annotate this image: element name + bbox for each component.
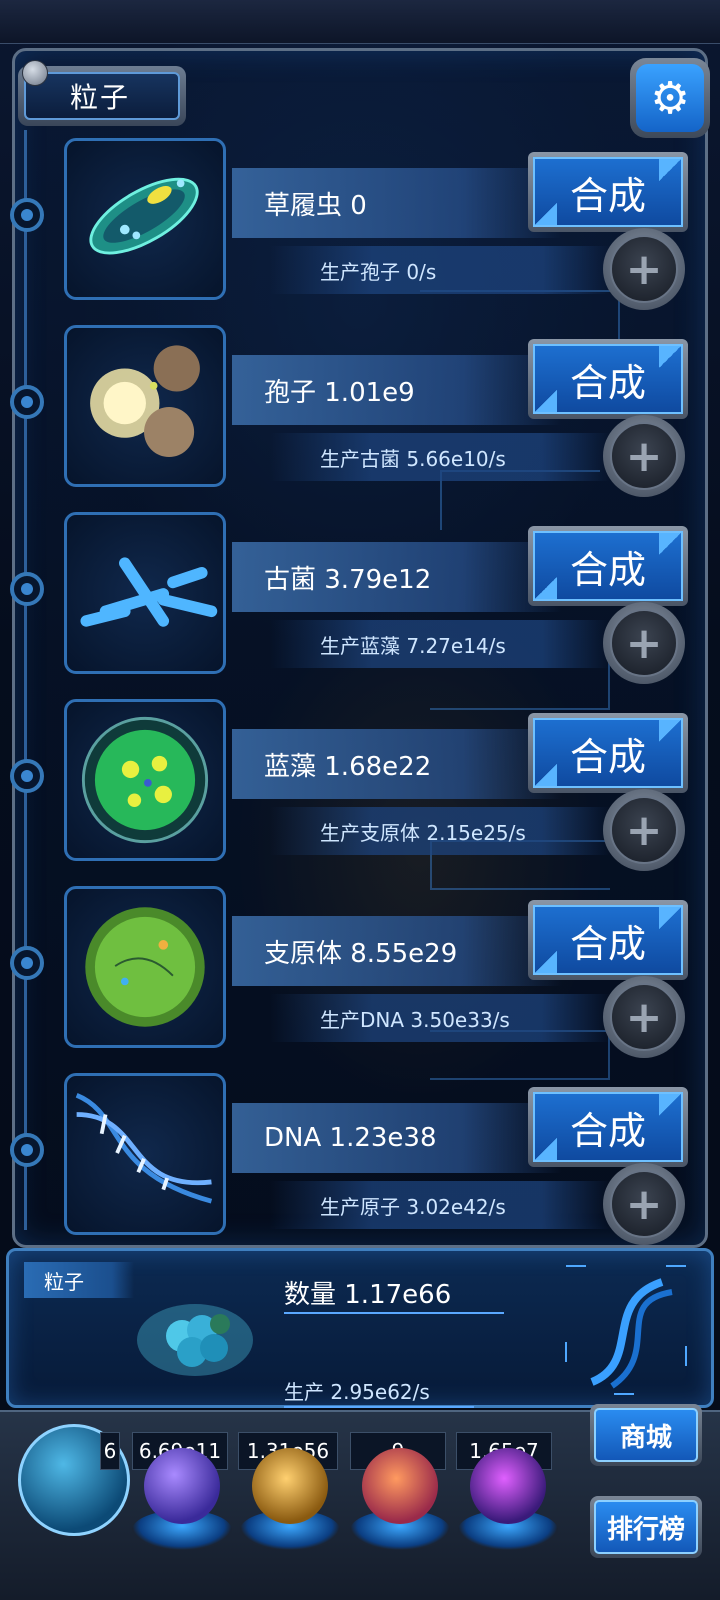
row-node-icon <box>10 1133 44 1167</box>
organism-row: DNA 1.23e38 生产原子 3.02e42/s 合成 + <box>0 1073 720 1245</box>
organism-row: 草履虫 0 生产孢子 0/s 合成 + <box>0 138 720 310</box>
synthesize-button[interactable]: 合成 <box>528 339 688 419</box>
synthesize-label: 合成 <box>533 905 683 975</box>
vortex-orb-icon[interactable] <box>470 1448 546 1524</box>
synthesize-label: 合成 <box>533 1092 683 1162</box>
organism-name: 草履虫 0 <box>232 168 562 238</box>
paramecium-icon <box>64 138 226 300</box>
add-button[interactable]: + <box>603 415 685 497</box>
organism-name: DNA 1.23e38 <box>232 1103 562 1173</box>
row-node-icon <box>10 198 44 232</box>
divider-line <box>284 1312 504 1314</box>
synthesize-button[interactable]: 合成 <box>528 900 688 980</box>
spore-icon <box>64 325 226 487</box>
synthesize-button[interactable]: 合成 <box>528 1087 688 1167</box>
plus-icon: + <box>610 609 678 677</box>
divider-line <box>284 1406 474 1408</box>
add-button[interactable]: + <box>603 976 685 1058</box>
shop-label: 商城 <box>594 1408 698 1462</box>
production-rate: 生产支原体 2.15e25/s <box>270 807 610 855</box>
gear-icon: ⚙ <box>636 64 704 132</box>
row-node-icon <box>10 385 44 419</box>
synthesize-button[interactable]: 合成 <box>528 152 688 232</box>
production-rate: 生产蓝藻 7.27e14/s <box>270 620 610 668</box>
add-button[interactable]: + <box>603 1163 685 1245</box>
nebula-orb-icon[interactable] <box>252 1448 328 1524</box>
add-button[interactable]: + <box>603 602 685 684</box>
synthesize-label: 合成 <box>533 157 683 227</box>
cyanobacteria-icon <box>64 699 226 861</box>
plus-icon: + <box>610 983 678 1051</box>
organism-row: 孢子 1.01e9 生产古菌 5.66e10/s 合成 + <box>0 325 720 497</box>
page-title: 粒子 <box>24 72 180 120</box>
production-rate: 生产DNA 3.50e33/s <box>270 994 610 1042</box>
add-button[interactable]: + <box>603 228 685 310</box>
ranking-label: 排行榜 <box>594 1500 698 1554</box>
row-node-icon <box>10 572 44 606</box>
production-rate: 生产孢子 0/s <box>270 246 610 294</box>
brain-orb-icon[interactable] <box>362 1448 438 1524</box>
shop-button[interactable]: 商城 <box>590 1404 702 1466</box>
production-rate: 生产古菌 5.66e10/s <box>270 433 610 481</box>
synthesize-button[interactable]: 合成 <box>528 526 688 606</box>
plus-icon: + <box>610 422 678 490</box>
add-button[interactable]: + <box>603 789 685 871</box>
plus-icon: + <box>610 1170 678 1238</box>
row-node-icon <box>10 946 44 980</box>
particle-production: 生产 2.95e62/s <box>284 1380 430 1404</box>
top-strip <box>0 0 720 44</box>
organism-name: 蓝藻 1.68e22 <box>232 729 562 799</box>
settings-button[interactable]: ⚙ <box>630 58 710 138</box>
screw-icon <box>22 60 48 86</box>
particle-count: 数量 1.17e66 <box>284 1280 452 1310</box>
organism-row: 支原体 8.55e29 生产DNA 3.50e33/s 合成 + <box>0 886 720 1058</box>
archaea-icon <box>64 512 226 674</box>
plus-icon: + <box>610 235 678 303</box>
synthesize-label: 合成 <box>533 531 683 601</box>
production-rate: 生产原子 3.02e42/s <box>270 1181 610 1229</box>
stat-value: 6 <box>100 1432 120 1470</box>
dna-helix-icon <box>565 1265 687 1395</box>
dna-icon <box>64 1073 226 1235</box>
synthesize-label: 合成 <box>533 344 683 414</box>
organism-name: 支原体 8.55e29 <box>232 916 562 986</box>
organism-name: 孢子 1.01e9 <box>232 355 562 425</box>
synthesize-label: 合成 <box>533 718 683 788</box>
mycoplasma-icon <box>64 886 226 1048</box>
organism-row: 蓝藻 1.68e22 生产支原体 2.15e25/s 合成 + <box>0 699 720 871</box>
ranking-button[interactable]: 排行榜 <box>590 1496 702 1558</box>
row-node-icon <box>10 759 44 793</box>
particle-cluster-icon <box>137 1304 253 1376</box>
plus-icon: + <box>610 796 678 864</box>
particle-panel-tag: 粒子 <box>24 1262 134 1298</box>
lightning-orb-icon[interactable] <box>144 1448 220 1524</box>
synthesize-button[interactable]: 合成 <box>528 713 688 793</box>
organism-row: 古菌 3.79e12 生产蓝藻 7.27e14/s 合成 + <box>0 512 720 684</box>
organism-name: 古菌 3.79e12 <box>232 542 562 612</box>
